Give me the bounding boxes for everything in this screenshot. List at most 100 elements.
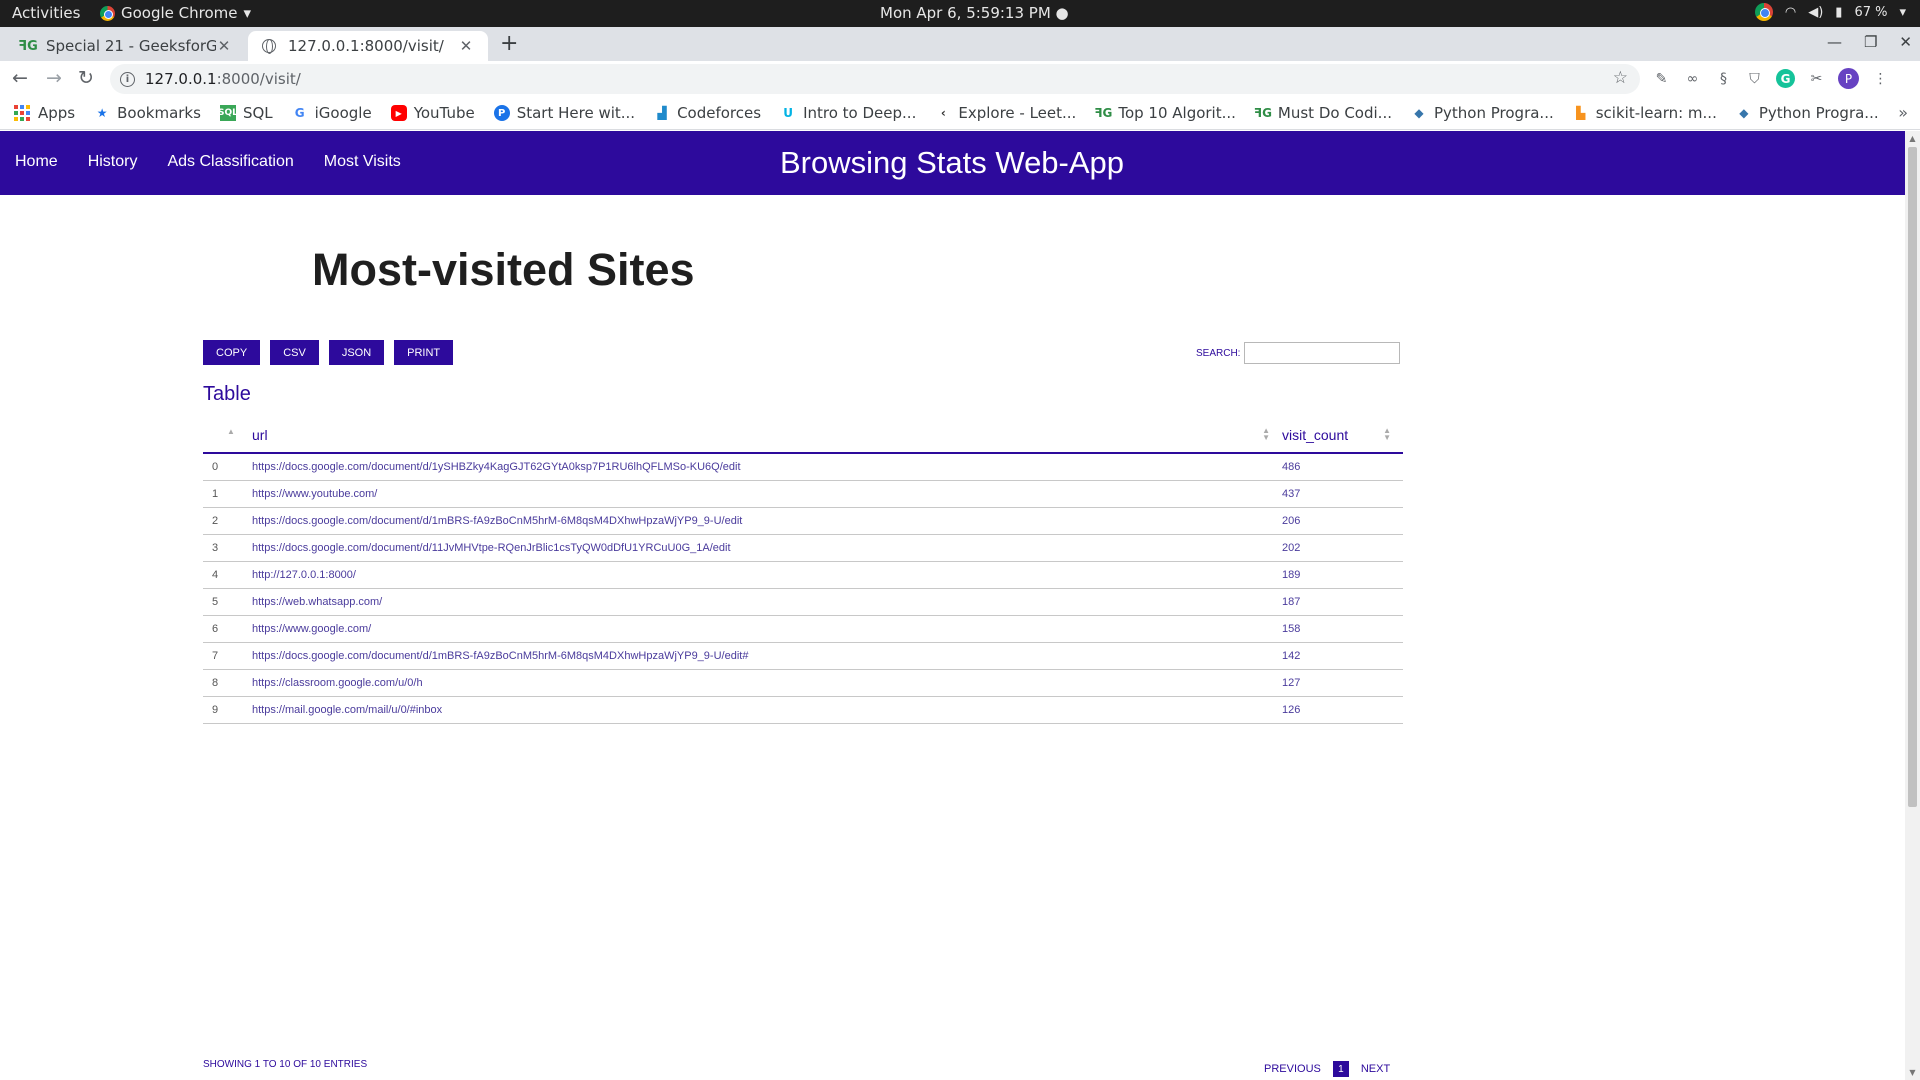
table-search: SEARCH: xyxy=(1196,342,1401,364)
table-caption: Table xyxy=(203,383,251,405)
tab-title: 127.0.0.1:8000/visit/ xyxy=(288,37,444,55)
activities-button[interactable]: Activities xyxy=(12,4,80,22)
restore-icon[interactable]: ❐ xyxy=(1864,33,1877,51)
extension-tool-icon[interactable]: ✎ xyxy=(1652,69,1671,88)
table-row: 1 https://www.youtube.com/437 xyxy=(203,480,1403,508)
page-1-button[interactable]: 1 xyxy=(1332,1061,1349,1077)
reload-icon[interactable]: ↻ xyxy=(74,67,98,89)
table-row: 9 https://mail.google.com/mail/u/0/#inbox… xyxy=(203,696,1403,724)
chrome-tray-icon[interactable] xyxy=(1754,3,1773,21)
gfg-icon: ꟻG xyxy=(1253,106,1272,120)
page-title: Most-visited Sites xyxy=(312,244,695,295)
bookmark-top-10[interactable]: ꟻG Top 10 Algorit... xyxy=(1094,104,1236,122)
system-tray[interactable]: ◠ ◀) ▮ 67 % ▾ xyxy=(1754,3,1906,21)
bookmark-youtube[interactable]: ▶ YouTube xyxy=(390,104,475,122)
extension-glasses-icon[interactable]: ∞ xyxy=(1683,69,1702,88)
bookmark-must-do[interactable]: ꟻG Must Do Codi... xyxy=(1253,104,1392,122)
codeforces-icon: ▟ xyxy=(657,106,667,120)
nav-history[interactable]: History xyxy=(88,153,138,171)
new-tab-button[interactable]: + xyxy=(500,31,518,56)
row-url: https://www.google.com/ xyxy=(252,615,1282,643)
page-scrollbar[interactable]: ▲ ▼ xyxy=(1905,131,1920,1080)
row-url: https://docs.google.com/document/d/1mBRS… xyxy=(252,507,1282,535)
export-buttons: COPY CSV JSON PRINT xyxy=(203,340,454,365)
menu-kebab-icon[interactable]: ⋮ xyxy=(1871,69,1890,88)
back-icon[interactable]: ← xyxy=(8,67,32,89)
bookmark-scikit[interactable]: ▙ scikit-learn: m... xyxy=(1573,104,1717,122)
gfg-icon: ꟻG xyxy=(18,38,38,54)
close-tab-icon[interactable]: ✕ xyxy=(216,37,232,55)
tab-visit[interactable]: 127.0.0.1:8000/visit/ ✕ xyxy=(248,31,488,61)
globe-icon xyxy=(262,39,276,54)
python-icon: ◆ xyxy=(1739,106,1749,120)
sort-icon: ▲ ▼ xyxy=(1262,426,1270,442)
system-menu-arrow-icon: ▾ xyxy=(1899,4,1906,20)
chart-icon: ▙ xyxy=(1576,106,1586,120)
row-visit-count: 206 xyxy=(1282,507,1403,535)
app-navbar: Home History Ads Classification Most Vis… xyxy=(0,131,1905,195)
dropdown-arrow-icon: ▾ xyxy=(243,4,252,22)
sql-icon: SQL xyxy=(218,105,238,121)
google-icon: G xyxy=(294,106,305,120)
app-menu[interactable]: Google Chrome ▾ xyxy=(100,4,251,22)
previous-page-button[interactable]: PREVIOUS xyxy=(1264,1063,1321,1075)
profile-avatar[interactable]: P xyxy=(1838,68,1859,89)
row-visit-count: 189 xyxy=(1282,561,1403,589)
bookmark-igoogle[interactable]: GiGoogle xyxy=(292,104,372,122)
scroll-up-icon[interactable]: ▲ xyxy=(1907,134,1918,143)
table-row: 0 https://docs.google.com/document/d/1ySH… xyxy=(203,453,1403,481)
more-bookmarks-icon[interactable]: » xyxy=(1898,103,1908,122)
site-info-icon[interactable]: i xyxy=(120,71,135,87)
bookmark-sql[interactable]: SQL SQL xyxy=(218,104,273,122)
row-visit-count: 437 xyxy=(1282,480,1403,508)
app-menu-label: Google Chrome xyxy=(121,4,238,22)
search-input[interactable] xyxy=(1244,342,1401,364)
bookmark-codeforces[interactable]: ▟ Codeforces xyxy=(654,104,761,122)
bookmark-python-2[interactable]: ◆ Python Progra... xyxy=(1736,104,1878,122)
tab-strip: ꟻG Special 21 - GeeksforGeek ✕ 127.0.0.1… xyxy=(0,27,1920,61)
tab-geeksforgeeks[interactable]: ꟻG Special 21 - GeeksforGeek ✕ xyxy=(6,31,246,61)
nav-most-visits[interactable]: Most Visits xyxy=(324,153,401,171)
pagination: PREVIOUS 1 NEXT xyxy=(1264,1061,1390,1077)
pluralsight-icon: P xyxy=(493,105,510,121)
scroll-down-icon[interactable]: ▼ xyxy=(1907,1068,1918,1077)
app-brand[interactable]: Browsing Stats Web-App xyxy=(780,145,1124,181)
close-tab-icon[interactable]: ✕ xyxy=(458,37,474,55)
column-header-index[interactable]: ▲ xyxy=(203,418,252,454)
address-bar[interactable]: i 127.0.0.1:8000/visit/ ☆ xyxy=(110,64,1640,94)
bookmark-leetcode[interactable]: ‹ Explore - Leet... xyxy=(935,104,1076,122)
csv-button[interactable]: CSV xyxy=(270,340,319,365)
table-row: 3 https://docs.google.com/document/d/11Jv… xyxy=(203,534,1403,562)
extension-spiral-icon[interactable]: § xyxy=(1714,69,1733,88)
nav-ads-classification[interactable]: Ads Classification xyxy=(167,153,293,171)
bookmark-intro-deep[interactable]: U Intro to Deep... xyxy=(780,104,916,122)
minimize-icon[interactable]: — xyxy=(1827,33,1842,51)
row-index: 8 xyxy=(203,669,252,697)
column-header-url[interactable]: url ▲ ▼ xyxy=(252,418,1282,454)
nav-home[interactable]: Home xyxy=(15,153,58,171)
row-url: https://docs.google.com/document/d/11JvM… xyxy=(252,534,1282,562)
print-button[interactable]: PRINT xyxy=(394,340,454,365)
bookmark-star-icon[interactable]: ☆ xyxy=(1613,68,1628,88)
table-row: 7 https://docs.google.com/document/d/1mBR… xyxy=(203,642,1403,670)
extension-shield-icon[interactable]: ⛉ xyxy=(1745,69,1764,88)
row-url: https://docs.google.com/document/d/1mBRS… xyxy=(252,642,1282,670)
close-window-icon[interactable]: ✕ xyxy=(1899,33,1912,51)
scrollbar-thumb[interactable] xyxy=(1908,147,1917,807)
bookmark-apps[interactable]: Apps xyxy=(14,104,75,122)
bookmark-start-here[interactable]: P Start Here wit... xyxy=(493,104,635,122)
extension-scissors-icon[interactable]: ✂ xyxy=(1807,69,1826,88)
row-index: 1 xyxy=(203,480,252,508)
next-page-button[interactable]: NEXT xyxy=(1361,1063,1390,1075)
bookmark-python-1[interactable]: ◆ Python Progra... xyxy=(1411,104,1553,122)
copy-button[interactable]: COPY xyxy=(203,340,261,365)
row-url: https://classroom.google.com/u/0/h xyxy=(252,669,1282,697)
grammarly-icon[interactable]: G xyxy=(1776,69,1795,88)
json-button[interactable]: JSON xyxy=(328,340,385,365)
search-label: SEARCH: xyxy=(1196,347,1241,359)
table-row: 4 http://127.0.0.1:8000/189 xyxy=(203,561,1403,589)
bookmark-bookmarks[interactable]: ★ Bookmarks xyxy=(94,104,201,122)
column-header-visit-count[interactable]: visit_count ▲ ▼ xyxy=(1282,418,1403,454)
system-clock[interactable]: Mon Apr 6, 5:59:13 PM ● xyxy=(880,4,1069,22)
forward-icon[interactable]: → xyxy=(42,67,66,89)
